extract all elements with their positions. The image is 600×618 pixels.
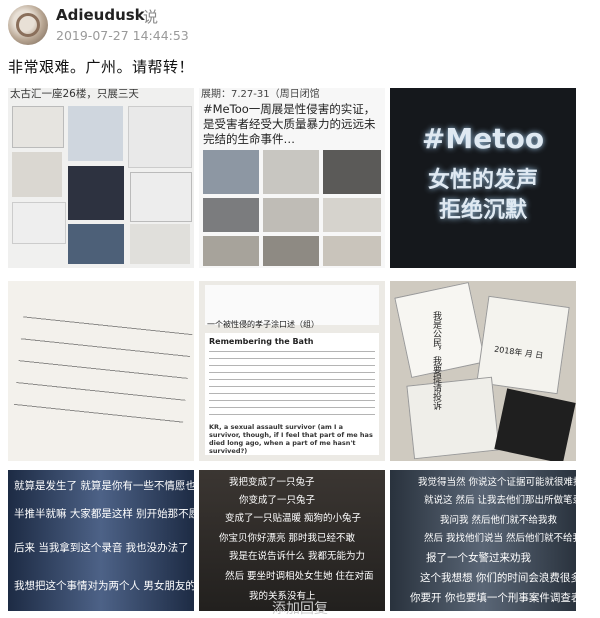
photo-block <box>68 224 124 264</box>
tile5-quote: 一个被性侵的孝子涂口述（组） <box>207 320 319 329</box>
tile3-line1: #Metoo <box>421 122 545 155</box>
image-tile-8[interactable]: 我把变成了一只兔子 你变成了一只兔子 变成了一只贴温暖 痴狗的小兔子 你宝贝你好… <box>199 470 385 611</box>
tile1-caption: 太古汇一座26楼，只展三天 <box>10 88 139 100</box>
photo-block <box>263 198 319 232</box>
subtitle-line: 半推半就嘛 大家都是这样 别开始那不愿意 慢慢就愿意了 <box>14 508 194 520</box>
subtitle-line: 然后 要坐时调相处女生她 住在对面 <box>225 571 374 582</box>
image-tile-9[interactable]: 我觉得当然 你说这个证据可能就很难找了 就说这 然后 让我去他们那出所做笔录 我… <box>390 470 576 611</box>
image-tile-4[interactable] <box>8 281 194 461</box>
subtitle-line: 我是在说告诉什么 我都无能为力 <box>229 551 366 562</box>
post-timestamp: 2019-07-27 14:44:53 <box>56 28 189 43</box>
subtitle-line: 我觉得当然 你说这个证据可能就很难找了 <box>418 477 576 488</box>
subtitle-line: 我想把这个事情对为两个人 男女朋友的情感纠 <box>14 580 194 592</box>
subtitle-line: 变成了一只贴温暖 痴狗的小兔子 <box>225 513 362 524</box>
avatar-pattern <box>16 13 40 37</box>
post-header: Adieudusk 说 2019-07-27 14:44:53 <box>0 0 600 48</box>
tile5-heading: Remembering the Bath <box>209 337 314 346</box>
username[interactable]: Adieudusk <box>56 6 145 24</box>
subtitle-line: 然后 我找他们说当 然后他们就不给我救 <box>424 533 576 544</box>
subtitle-line: 就算是发生了 就算是你有一些不情愿也没关系 <box>14 480 194 492</box>
photo-block <box>263 150 319 194</box>
note-paper <box>406 376 500 460</box>
image-grid: 太古汇一座26楼，只展三天 展期：7.27-31（周日闭馆 #MeToo一周展是… <box>8 88 592 611</box>
tile5-signature: KR, a sexual assault survivor (am I a su… <box>209 423 373 455</box>
subtitle-line: 我问我 然后他们就不给我救 <box>440 515 558 526</box>
subtitle-line: 后来 当我拿到这个录音 我也没办法了 <box>14 542 189 554</box>
image-tile-3[interactable]: #Metoo 女性的发声 拒绝沉默 <box>390 88 576 268</box>
subtitle-line: 你宝贝你好漂亮 那时我已经不敢 <box>219 533 356 544</box>
tile2-top-caption: 展期：7.27-31（周日闭馆 <box>201 89 320 100</box>
paper-text-lines <box>209 351 375 417</box>
photo-block <box>203 198 259 232</box>
photo-block <box>12 152 62 197</box>
image-tile-1[interactable]: 太古汇一座26楼，只展三天 <box>8 88 194 268</box>
image-tile-2[interactable]: 展期：7.27-31（周日闭馆 #MeToo一周展是性侵害的实证，是受害者经受大… <box>199 88 385 268</box>
reply-hint[interactable]: 添加回复 <box>0 598 600 618</box>
photo-block <box>130 224 190 264</box>
photo-block <box>68 166 124 220</box>
photo-block <box>12 202 66 244</box>
photo-block <box>323 198 381 232</box>
subtitle-line: 报了一个女警过来劝我 <box>426 552 531 564</box>
note-paper-dark <box>494 388 576 461</box>
paper-text-lines <box>12 302 194 440</box>
tile3-line2: 女性的发声 <box>427 168 538 193</box>
subtitle-line: 就说这 然后 让我去他们那出所做笔录 <box>424 495 576 506</box>
post-text: 非常艰难。广州。请帮转！ <box>8 58 195 76</box>
photo-block <box>263 236 319 266</box>
photo-block <box>68 106 123 161</box>
photo-block <box>12 106 64 148</box>
image-tile-6[interactable]: 我是公民，我要提请投诉 2018年 月 日 <box>390 281 576 461</box>
subtitle-line: 这个我想想 你们的时间会浪费很多 <box>420 572 576 584</box>
photo-block <box>203 150 259 194</box>
avatar[interactable] <box>8 5 48 45</box>
photo-block <box>323 150 381 194</box>
image-tile-7[interactable]: 就算是发生了 就算是你有一些不情愿也没关系 半推半就嘛 大家都是这样 别开始那不… <box>8 470 194 611</box>
photo-block <box>323 236 381 266</box>
image-tile-5[interactable]: 一个被性侵的孝子涂口述（组） Remembering the Bath KR, … <box>199 281 385 461</box>
subtitle-line: 你变成了一只兔子 <box>239 495 316 506</box>
said-label: 说 <box>143 8 159 26</box>
photo-block <box>130 172 192 222</box>
tile6-note: 我是公民，我要提请投诉 <box>431 311 441 410</box>
tile2-text: #MeToo一周展是性侵害的实证，是受害者经受大质量暴力的远远未完结的生命事件… <box>203 102 376 146</box>
tile3-line3: 拒绝沉默 <box>438 198 527 223</box>
subtitle-line: 我把变成了一只兔子 <box>229 477 315 488</box>
photo-block <box>128 106 192 168</box>
photo-block <box>203 236 259 266</box>
